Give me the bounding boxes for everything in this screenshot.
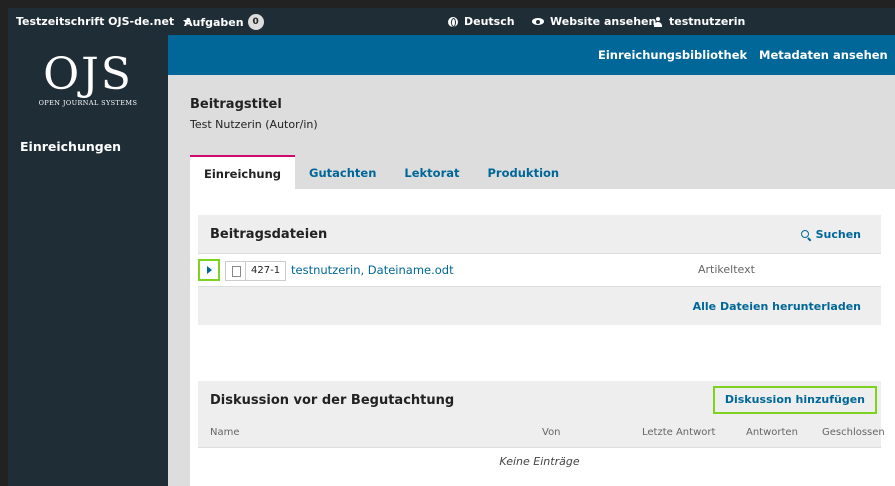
user-name: testnutzerin: [669, 15, 746, 28]
panel-header: Beitragsdateien Suchen: [198, 215, 881, 253]
tab-review[interactable]: Gutachten: [295, 155, 390, 189]
main-area: Einreichungsbibliothek Metadaten ansehen…: [168, 35, 895, 486]
sidebar: OJS OPEN JOURNAL SYSTEMS Einreichungen: [8, 35, 168, 486]
table-header: Name Von Letzte Antwort Antworten Geschl…: [198, 419, 885, 447]
add-discussion-button[interactable]: Diskussion hinzufügen: [712, 386, 877, 414]
panel-title: Diskussion vor der Begutachtung: [210, 393, 455, 408]
top-header: Testzeitschrift OJS-de.net Aufgaben 0 De…: [8, 8, 895, 35]
user-menu[interactable]: testnutzerin: [653, 15, 745, 28]
workflow-tabs: Einreichung Gutachten Lektorat Produktio…: [190, 155, 573, 189]
submission-title: Beitragstitel: [190, 97, 282, 112]
language-switcher[interactable]: Deutsch: [448, 15, 515, 28]
tasks-menu[interactable]: Aufgaben 0: [184, 14, 264, 30]
column-name: Name: [210, 427, 240, 438]
logo-text: OJS: [43, 49, 133, 100]
search-icon: [800, 229, 811, 240]
column-replies: Antworten: [746, 427, 798, 438]
app-frame: Testzeitschrift OJS-de.net Aufgaben 0 De…: [8, 8, 895, 486]
view-site-label: Website ansehen: [550, 15, 657, 28]
tab-copyediting[interactable]: Lektorat: [390, 155, 473, 189]
user-icon: [653, 16, 663, 27]
search-button[interactable]: Suchen: [800, 228, 861, 241]
file-id-box: 427-1: [225, 261, 287, 281]
journal-switcher[interactable]: Testzeitschrift OJS-de.net: [16, 15, 192, 28]
file-type: Artikeltext: [698, 263, 755, 276]
view-metadata-link[interactable]: Metadaten ansehen: [759, 48, 888, 62]
panel-title: Beitragsdateien: [210, 227, 328, 242]
globe-icon: [448, 16, 458, 27]
panel-footer: Alle Dateien herunterladen: [198, 287, 881, 325]
panel-header: Diskussion vor der Begutachtung Diskussi…: [198, 381, 881, 419]
ojs-logo[interactable]: OJS OPEN JOURNAL SYSTEMS: [8, 49, 168, 108]
file-name-link[interactable]: testnutzerin, Dateiname.odt: [291, 263, 454, 277]
submission-library-link[interactable]: Einreichungsbibliothek: [598, 48, 747, 62]
column-from: Von: [542, 427, 561, 438]
submission-author: Test Nutzerin (Autor/in): [190, 118, 318, 131]
search-label: Suchen: [815, 228, 861, 241]
tab-submission[interactable]: Einreichung: [190, 155, 296, 189]
expand-row-button[interactable]: [198, 259, 220, 281]
sidebar-item-submissions[interactable]: Einreichungen: [20, 139, 121, 154]
tab-production[interactable]: Produktion: [474, 155, 574, 189]
tab-content: Beitragsdateien Suchen 427-1 testnutzeri…: [190, 189, 895, 486]
tasks-count-badge: 0: [247, 14, 264, 30]
journal-name: Testzeitschrift OJS-de.net: [16, 15, 175, 28]
view-site-link[interactable]: Website ansehen: [532, 15, 656, 28]
language-label: Deutsch: [464, 15, 515, 28]
eye-icon: [532, 18, 544, 25]
submission-files-panel: Beitragsdateien Suchen 427-1 testnutzeri…: [198, 215, 881, 325]
tasks-label: Aufgaben: [184, 15, 244, 29]
download-all-files-link[interactable]: Alle Dateien herunterladen: [693, 300, 861, 313]
empty-message: Keine Einträge: [198, 447, 881, 475]
document-icon: [226, 262, 246, 280]
column-closed: Geschlossen: [822, 427, 885, 438]
file-id: 427-1: [251, 265, 281, 276]
pre-review-discussion-panel: Diskussion vor der Begutachtung Diskussi…: [198, 381, 885, 475]
column-last-reply: Letzte Antwort: [642, 427, 716, 438]
action-bar: Einreichungsbibliothek Metadaten ansehen: [168, 35, 895, 75]
logo-subtext: OPEN JOURNAL SYSTEMS: [38, 99, 138, 107]
file-row: 427-1 testnutzerin, Dateiname.odt Artike…: [198, 253, 881, 287]
